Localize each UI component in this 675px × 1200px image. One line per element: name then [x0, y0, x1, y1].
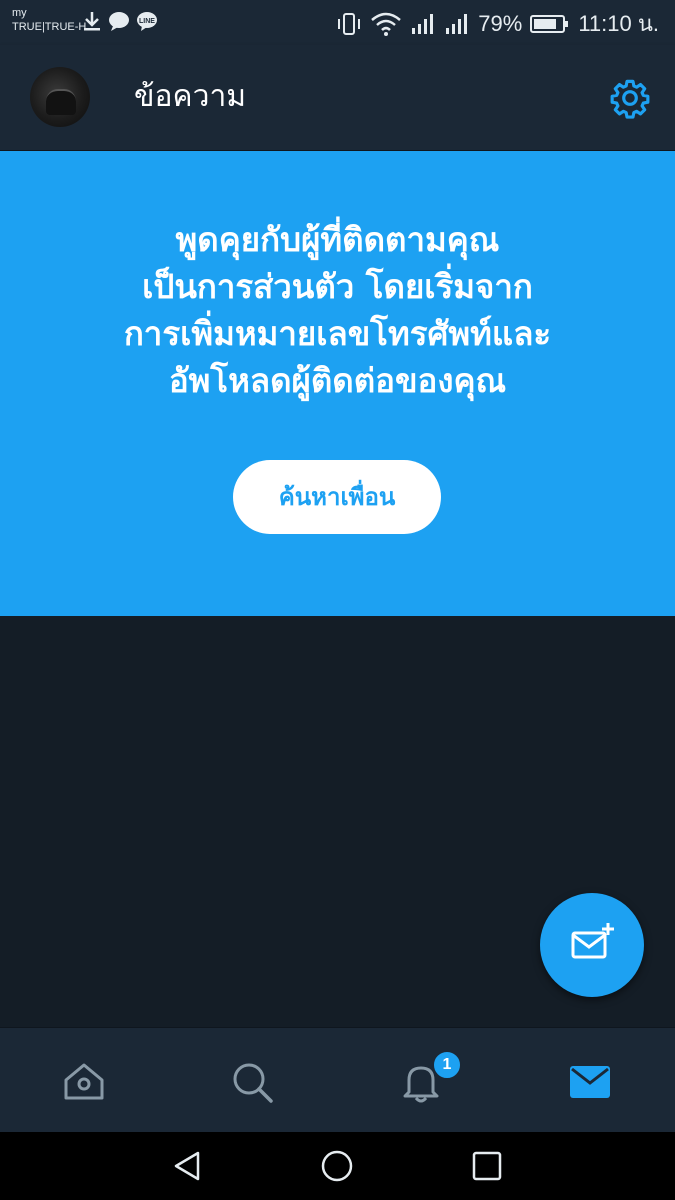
avatar[interactable]	[30, 67, 90, 127]
page-title: ข้อความ	[134, 79, 247, 114]
message-line-2: เป็นการส่วนตัว โดยเริ่มจาก	[142, 267, 533, 306]
message-line-1: พูดคุยกับผู้ที่ติดตามคุณ	[175, 220, 500, 259]
notification-badge: 1	[432, 1050, 462, 1080]
search-icon[interactable]	[228, 1058, 276, 1106]
top-app-bar: ข้อความ	[0, 45, 675, 151]
message-line-4: อัพโหลดผู้ติดต่อของคุณ	[168, 361, 507, 400]
carrier-info: my TRUE|TRUE-H	[12, 6, 86, 34]
back-icon[interactable]	[170, 1149, 204, 1183]
home-icon[interactable]	[60, 1058, 108, 1106]
empty-state-banner: พูดคุยกับผู้ที่ติดตามคุณ เป็นการส่วนตัว …	[0, 151, 675, 616]
signal-icon	[412, 13, 434, 34]
bottom-navigation: 1	[0, 1027, 675, 1133]
download-icon	[84, 12, 100, 31]
home-button-icon[interactable]	[320, 1149, 354, 1183]
vibrate-icon	[338, 12, 361, 35]
system-navigation-bar	[0, 1132, 675, 1200]
battery-icon	[530, 14, 569, 33]
carrier-top: my	[12, 7, 27, 19]
carrier-bottom: TRUE|TRUE-H	[12, 21, 87, 33]
new-message-icon	[571, 923, 614, 959]
chat-bubble-icon	[109, 12, 129, 31]
status-bar: my TRUE|TRUE-H LINE 79% 11:10 น.	[0, 0, 675, 45]
compose-message-button[interactable]	[540, 893, 644, 997]
wifi-icon	[371, 12, 402, 36]
line-app-icon: LINE	[137, 12, 157, 31]
avatar-photo	[46, 89, 76, 115]
message-line-3: การเพิ่มหมายเลขโทรศัพท์และ	[123, 314, 552, 353]
clock: 11:10 น.	[578, 11, 659, 36]
empty-state-message: พูดคุยกับผู้ที่ติดตามคุณ เป็นการส่วนตัว …	[40, 216, 635, 404]
battery-percent: 79%	[478, 10, 523, 36]
status-right: 79% 11:10 น.	[336, 6, 659, 41]
find-friends-button[interactable]: ค้นหาเพื่อน	[233, 460, 441, 534]
mail-icon[interactable]	[566, 1058, 614, 1106]
messages-screen: my TRUE|TRUE-H LINE 79% 11:10 น. ข้อความ…	[0, 0, 675, 1200]
gear-icon[interactable]	[609, 77, 651, 119]
recents-icon[interactable]	[470, 1149, 504, 1183]
signal-icon-2	[446, 13, 468, 34]
notification-icons: LINE	[82, 10, 158, 32]
svg-text:LINE: LINE	[139, 18, 155, 25]
